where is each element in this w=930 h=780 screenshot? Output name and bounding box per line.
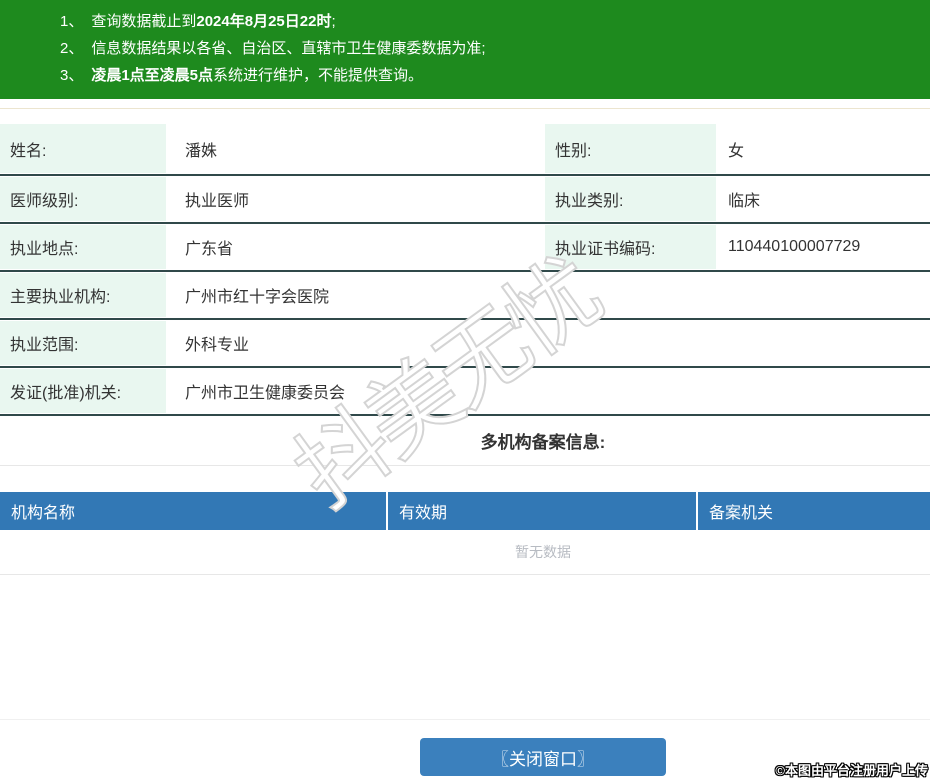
gender-label: 性别: [545,124,716,173]
practice-category-label: 执业类别: [545,177,716,221]
notice-text: 查询数据截止到 [91,13,197,30]
certificate-number-value: 110440100007729 [728,238,861,255]
close-window-button[interactable]: 〖关闭窗口〗 [420,738,666,776]
copyright-watermark: ©本图由平台注册用户上传 [775,763,928,778]
filing-table-header: 机构名称 有效期 备案机关 [0,492,930,530]
notice-text: 信息数据结果以各省、自治区、直辖市卫生健康委数据为准; [91,40,486,57]
blank-area [0,575,930,720]
practice-scope-value: 外科专业 [185,337,250,354]
no-data-message: 暂无数据 [0,530,930,575]
table-row: 执业范围: 外科专业 [0,320,930,368]
notice-line-3: 3、 凌晨1点至凌晨5点系统进行维护，不能提供查询。 [60,62,930,89]
doctor-level-label: 医师级别: [0,177,166,221]
name-label: 姓名: [0,124,166,173]
column-header-validity: 有效期 [388,492,698,530]
filing-section: 多机构备案信息: [0,416,930,466]
filing-section-title: 多机构备案信息: [480,433,606,452]
table-row: 发证(批准)机关: 广州市卫生健康委员会 [0,368,930,416]
notice-number: 3、 [60,67,84,84]
main-institution-label: 主要执业机构: [0,273,166,317]
practice-category-value: 临床 [728,193,761,210]
doctor-info-table: 姓名: 潘姝 性别: 女 医师级别: 执业医师 执业类别: 临床 执业地点: 广… [0,123,930,416]
page-content: 1、 查询数据截止到2024年8月25日22时; 2、 信息数据结果以各省、自治区、… [0,0,930,776]
doctor-level-value: 执业医师 [185,193,250,210]
table-row: 医师级别: 执业医师 执业类别: 临床 [0,176,930,224]
practice-location-label: 执业地点: [0,225,166,269]
notice-number: 2、 [60,40,84,57]
table-row: 执业地点: 广东省 执业证书编码: 110440100007729 [0,224,930,272]
notice-line-2: 2、 信息数据结果以各省、自治区、直辖市卫生健康委数据为准; [60,35,930,62]
main-institution-value: 广州市红十字会医院 [185,289,330,306]
table-row: 姓名: 潘姝 性别: 女 [0,123,930,176]
notice-bold-text: 2024年8月25日22时 [196,13,332,30]
practice-scope-label: 执业范围: [0,321,166,365]
certificate-number-label: 执业证书编码: [545,225,716,269]
gender-value: 女 [728,142,745,160]
name-value: 潘姝 [185,142,218,160]
notice-bold-text: 凌晨1点至凌晨5点 [91,67,214,84]
divider [0,108,930,109]
column-header-authority: 备案机关 [698,492,930,530]
notice-text: 系统进行维护，不能提供查询。 [213,67,424,84]
notice-banner: 1、 查询数据截止到2024年8月25日22时; 2、 信息数据结果以各省、自治区、… [0,0,930,99]
notice-number: 1、 [60,13,84,30]
table-row: 主要执业机构: 广州市红十字会医院 [0,272,930,320]
practice-location-value: 广东省 [185,241,234,258]
notice-line-1: 1、 查询数据截止到2024年8月25日22时; [60,8,930,35]
issuing-authority-label: 发证(批准)机关: [0,369,166,413]
notice-text: ; [331,13,336,30]
issuing-authority-value: 广州市卫生健康委员会 [185,385,346,402]
column-header-institution: 机构名称 [0,492,388,530]
